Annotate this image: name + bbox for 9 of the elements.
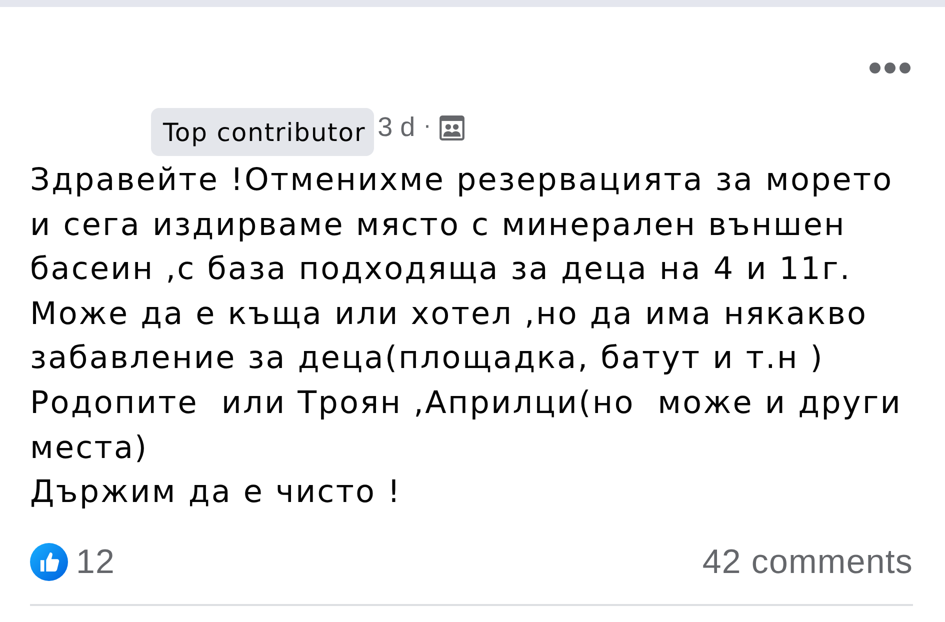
post-text: Здравейте !Отменихме резервацията за морето и сега издирваме място с минерален външен басеин ,с база подходяща за деца на 4 и 11г. Може да е къща или хотел ,но да има някакво забавление за деца(площадка, батут и т.н ) Родопите или Троян ,Априлци(но може и други места) Държим да е чисто ! (30, 161, 903, 512)
group-icon (439, 115, 466, 141)
more-options-icon[interactable] (869, 62, 911, 74)
like-icon[interactable] (30, 543, 68, 582)
separator-dot: · (423, 112, 432, 140)
top-contributor-badge: Top contributor (151, 108, 374, 156)
comments-count[interactable]: 42 comments (702, 542, 913, 582)
post-time[interactable]: 3 d (378, 112, 416, 143)
reaction-count[interactable]: 12 (76, 542, 116, 582)
